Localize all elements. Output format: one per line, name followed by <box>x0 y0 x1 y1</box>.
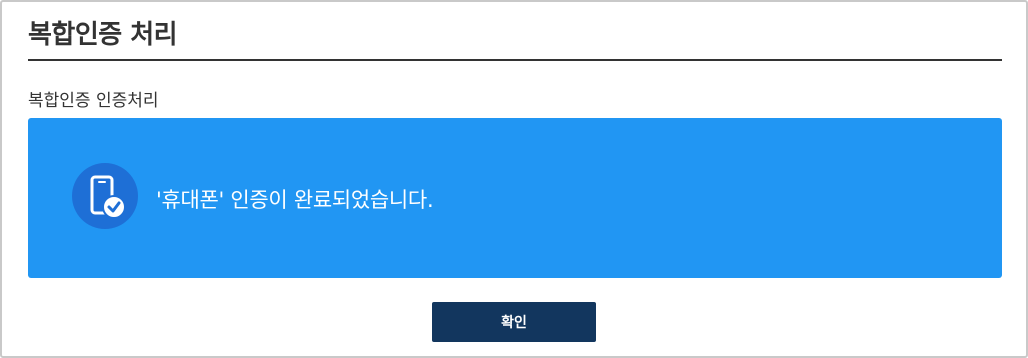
result-message: '휴대폰' 인증이 완료되었습니다. <box>156 188 434 212</box>
page-title: 복합인증 처리 <box>28 20 178 50</box>
result-panel: '휴대폰' 인증이 완료되었습니다. <box>28 118 1002 278</box>
phone-verified-icon <box>72 163 138 229</box>
section-label: 복합인증 인증처리 <box>28 91 159 111</box>
confirm-button[interactable]: 확인 <box>432 302 596 342</box>
title-divider <box>28 59 1002 61</box>
auth-dialog: 복합인증 처리 복합인증 인증처리 '휴대폰' 인증이 완료되었습니다. 확인 <box>0 0 1028 358</box>
